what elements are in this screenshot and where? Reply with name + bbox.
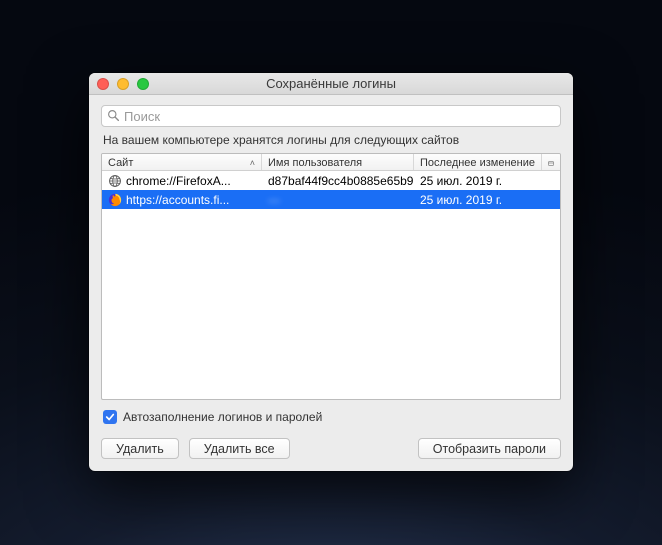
show-passwords-button-label: Отобразить пароли	[433, 442, 546, 456]
column-user[interactable]: Имя пользователя	[262, 154, 414, 170]
description-text: На вашем компьютере хранятся логины для …	[101, 133, 561, 147]
cell-site: https://accounts.fi...	[102, 193, 262, 207]
search-wrap	[101, 105, 561, 127]
table-row[interactable]: https://accounts.fi... — 25 июл. 2019 г.	[102, 190, 560, 209]
table-row[interactable]: chrome://FirefoxA... d87baf44f9cc4b0885e…	[102, 171, 560, 190]
autofill-label: Автозаполнение логинов и паролей	[123, 410, 322, 424]
search-icon	[107, 109, 120, 122]
delete-button[interactable]: Удалить	[101, 438, 179, 459]
column-picker-icon	[548, 158, 554, 169]
column-site-label: Сайт	[108, 157, 133, 169]
column-site[interactable]: Сайт ˄	[102, 154, 262, 170]
cell-user-text: —	[268, 193, 281, 207]
cell-modified-text: 25 июл. 2019 г.	[420, 174, 502, 188]
cell-user-text: d87baf44f9cc4b0885e65b9...	[268, 174, 414, 188]
autofill-checkbox-row[interactable]: Автозаполнение логинов и паролей	[101, 410, 561, 424]
delete-all-button[interactable]: Удалить все	[189, 438, 290, 459]
cell-modified: 25 июл. 2019 г.	[414, 174, 542, 188]
firefox-icon	[108, 193, 122, 207]
saved-logins-window: Сохранённые логины На вашем компьютере х…	[89, 73, 573, 471]
delete-all-button-label: Удалить все	[204, 442, 275, 456]
cell-site-text: chrome://FirefoxA...	[126, 174, 231, 188]
search-input[interactable]	[101, 105, 561, 127]
show-passwords-button[interactable]: Отобразить пароли	[418, 438, 561, 459]
checkmark-icon	[105, 412, 115, 422]
titlebar[interactable]: Сохранённые логины	[89, 73, 573, 95]
cell-user: d87baf44f9cc4b0885e65b9...	[262, 174, 414, 188]
column-modified[interactable]: Последнее изменение	[414, 154, 542, 170]
cell-user: —	[262, 193, 414, 207]
window-title: Сохранённые логины	[89, 76, 573, 91]
column-picker[interactable]	[542, 154, 560, 170]
checkbox-icon[interactable]	[103, 410, 117, 424]
cell-site: chrome://FirefoxA...	[102, 174, 262, 188]
cell-modified-text: 25 июл. 2019 г.	[420, 193, 502, 207]
table-body: chrome://FirefoxA... d87baf44f9cc4b0885e…	[102, 171, 560, 399]
column-modified-label: Последнее изменение	[420, 157, 535, 169]
footer: Автозаполнение логинов и паролей Удалить…	[89, 400, 573, 471]
cell-site-text: https://accounts.fi...	[126, 193, 229, 207]
delete-button-label: Удалить	[116, 442, 164, 456]
cell-modified: 25 июл. 2019 г.	[414, 193, 542, 207]
globe-icon	[108, 174, 122, 188]
sort-caret-icon: ˄	[250, 158, 255, 168]
button-row: Удалить Удалить все Отобразить пароли	[101, 438, 561, 459]
table-header: Сайт ˄ Имя пользователя Последнее измене…	[102, 154, 560, 171]
column-user-label: Имя пользователя	[268, 157, 362, 169]
content: На вашем компьютере хранятся логины для …	[89, 95, 573, 400]
logins-table: Сайт ˄ Имя пользователя Последнее измене…	[101, 153, 561, 400]
